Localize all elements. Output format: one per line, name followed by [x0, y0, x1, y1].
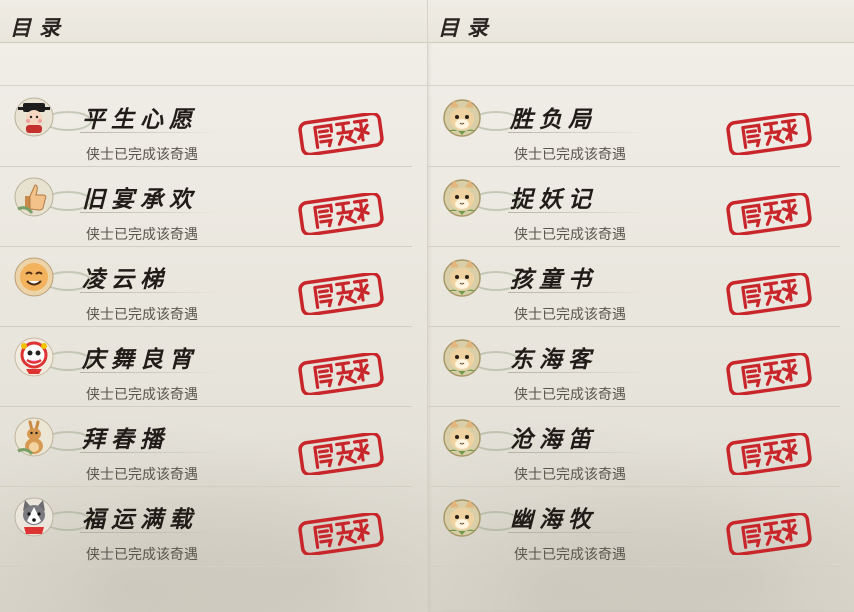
encounter-entry[interactable]: 东海客 侠士已完成该奇遇: [428, 326, 840, 407]
completed-stamp-icon: [726, 513, 812, 555]
completed-stamp-icon: [298, 433, 384, 475]
encounter-entry[interactable]: 幽海牧 侠士已完成该奇遇: [428, 486, 840, 567]
cat-face-icon: [442, 417, 482, 457]
encounter-name: 旧宴承欢: [82, 186, 198, 213]
encounter-entry[interactable]: 庆舞良宵 侠士已完成该奇遇: [0, 326, 412, 407]
encounter-status: 侠士已完成该奇遇: [514, 387, 626, 403]
completed-stamp-icon: [298, 513, 384, 555]
encounter-name: 拜春播: [82, 426, 169, 453]
encounter-status: 侠士已完成该奇遇: [86, 467, 198, 483]
right-page: 目录 胜负局 侠士已完成该奇遇 捉妖记 侠士已完成该奇遇 孩童书 侠士已完成该奇…: [427, 0, 854, 612]
completed-stamp-icon: [298, 353, 384, 395]
completed-stamp-icon: [726, 113, 812, 155]
completed-stamp-icon: [726, 193, 812, 235]
encounter-name: 幽海牧: [510, 506, 597, 533]
encounter-name: 东海客: [510, 346, 597, 373]
encounter-status: 侠士已完成该奇遇: [86, 547, 198, 563]
lion-dance-icon: [14, 337, 54, 377]
encounter-entry[interactable]: 捉妖记 侠士已完成该奇遇: [428, 166, 840, 247]
encounter-name: 庆舞良宵: [82, 346, 198, 373]
smiley-face-icon: [14, 257, 54, 297]
encounter-entry[interactable]: 平生心愿 侠士已完成该奇遇: [0, 86, 412, 167]
encounter-status: 侠士已完成该奇遇: [514, 307, 626, 323]
encounter-entry[interactable]: 旧宴承欢 侠士已完成该奇遇: [0, 166, 412, 247]
completed-stamp-icon: [726, 273, 812, 315]
encounter-entry[interactable]: 胜负局 侠士已完成该奇遇: [428, 86, 840, 167]
encounter-entry[interactable]: 凌云梯 侠士已完成该奇遇: [0, 246, 412, 327]
completed-stamp-icon: [298, 113, 384, 155]
kangaroo-icon: [14, 417, 54, 457]
cat-face-icon: [442, 257, 482, 297]
encounter-name: 孩童书: [510, 266, 597, 293]
encounter-name: 福运满载: [82, 506, 198, 533]
encounter-status: 侠士已完成该奇遇: [514, 547, 626, 563]
encounter-status: 侠士已完成该奇遇: [514, 227, 626, 243]
encounter-status: 侠士已完成该奇遇: [86, 387, 198, 403]
completed-stamp-icon: [726, 433, 812, 475]
cat-face-icon: [442, 97, 482, 137]
encounter-status: 侠士已完成该奇遇: [86, 227, 198, 243]
encounter-name: 沧海笛: [510, 426, 597, 453]
encounter-entry[interactable]: 孩童书 侠士已完成该奇遇: [428, 246, 840, 327]
encounter-name: 平生心愿: [82, 106, 198, 133]
encounter-name: 凌云梯: [82, 266, 169, 293]
official-character-icon: [14, 97, 54, 137]
encounter-status: 侠士已完成该奇遇: [514, 147, 626, 163]
encounter-entry[interactable]: 沧海笛 侠士已完成该奇遇: [428, 406, 840, 487]
left-header: 目录: [0, 0, 427, 43]
encounter-entry[interactable]: 福运满载 侠士已完成该奇遇: [0, 486, 412, 567]
cat-face-icon: [442, 337, 482, 377]
right-header: 目录: [428, 0, 854, 43]
encounter-status: 侠士已完成该奇遇: [86, 147, 198, 163]
left-page: 目录 平生心愿 侠士已完成该奇遇 旧宴承欢 侠士已完成该奇遇 凌云梯 侠士已完成…: [0, 0, 427, 612]
husky-dog-icon: [14, 497, 54, 537]
cat-face-icon: [442, 177, 482, 217]
thumbs-up-icon: [14, 177, 54, 217]
cat-face-icon: [442, 497, 482, 537]
left-header-title: 目录: [10, 15, 68, 40]
encounter-name: 捉妖记: [510, 186, 597, 213]
completed-stamp-icon: [298, 193, 384, 235]
encounter-name: 胜负局: [510, 106, 597, 133]
completed-stamp-icon: [726, 353, 812, 395]
encounter-status: 侠士已完成该奇遇: [86, 307, 198, 323]
encounter-entry[interactable]: 拜春播 侠士已完成该奇遇: [0, 406, 412, 487]
completed-stamp-icon: [298, 273, 384, 315]
right-header-title: 目录: [438, 15, 496, 40]
encounter-status: 侠士已完成该奇遇: [514, 467, 626, 483]
